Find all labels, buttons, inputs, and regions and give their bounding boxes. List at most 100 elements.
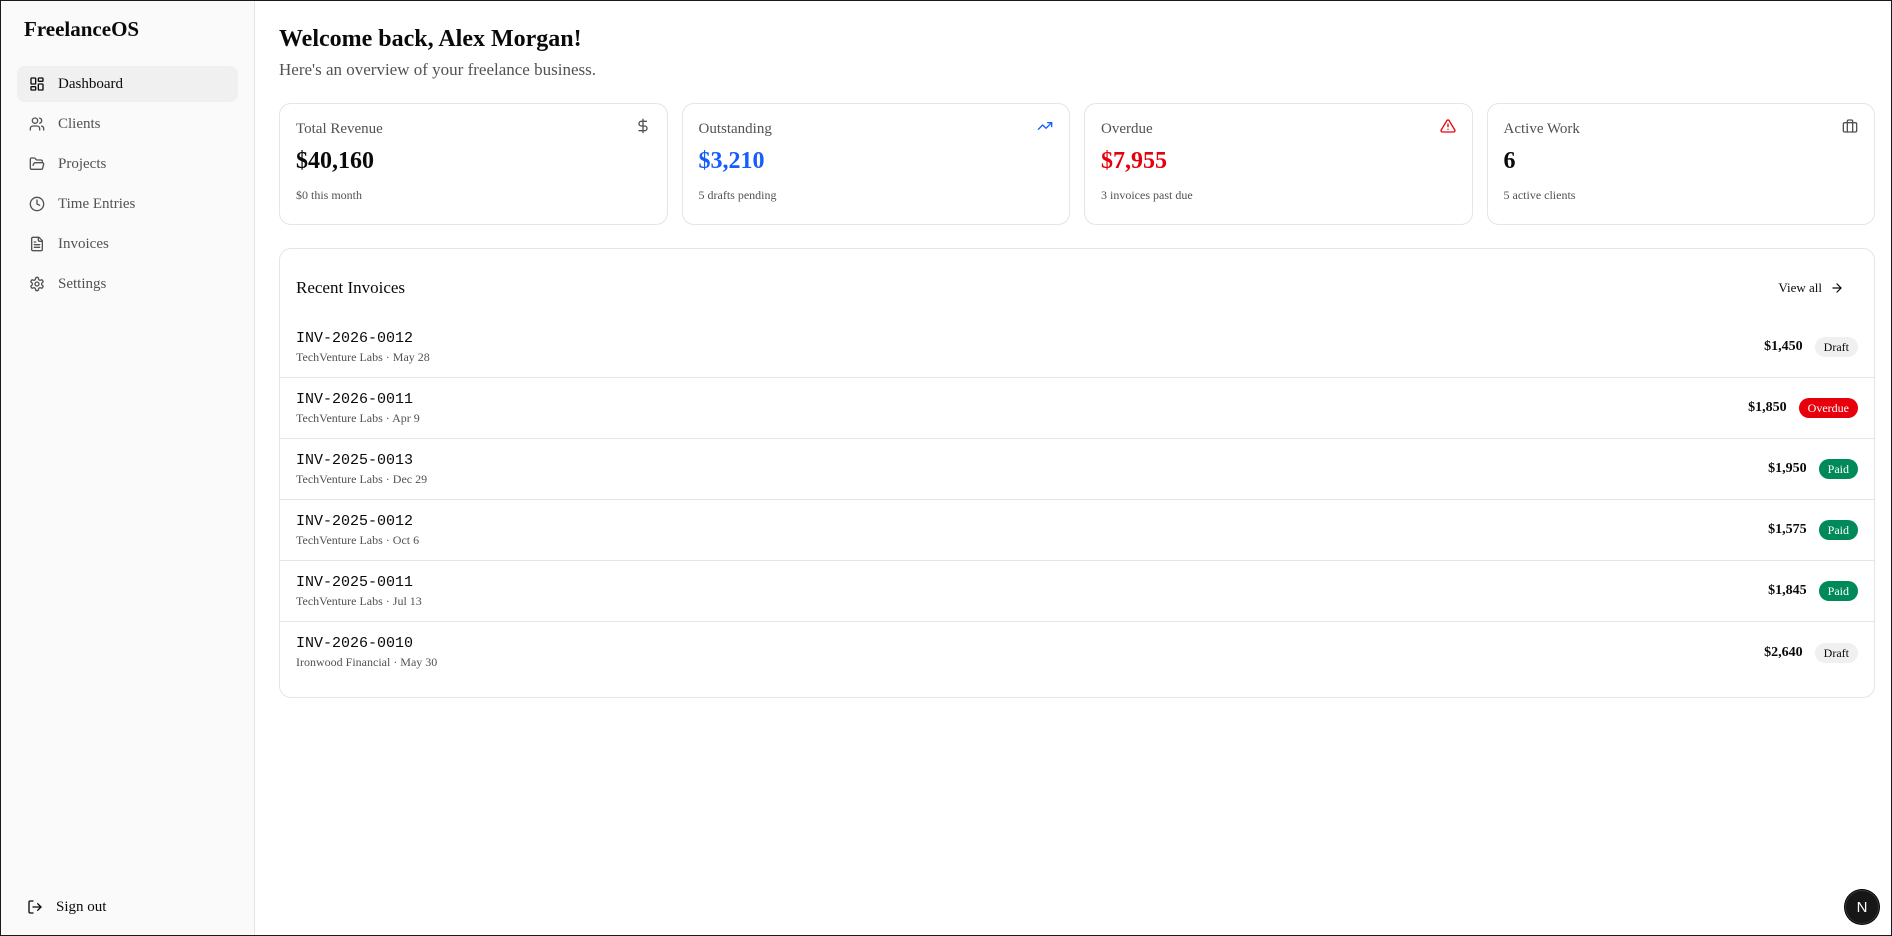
invoice-summary: $1,850 Overdue	[1748, 398, 1858, 418]
stat-value: 6	[1503, 148, 1516, 174]
sign-out-button[interactable]: Sign out	[17, 889, 238, 925]
file-text-icon	[29, 236, 45, 252]
dollar-icon	[635, 118, 651, 134]
status-badge: Overdue	[1798, 398, 1858, 418]
stat-subtext: 5 drafts pending	[698, 188, 777, 202]
stat-subtext: 5 active clients	[1503, 188, 1576, 202]
invoice-row[interactable]: INV-2025-0013 TechVenture Labs · Dec 29 …	[280, 439, 1874, 500]
stat-value: $7,955	[1101, 148, 1167, 174]
trending-up-icon	[1037, 118, 1053, 134]
sidebar-nav: Dashboard Clients Projects Time Entries	[17, 66, 238, 302]
stat-label: Outstanding	[698, 121, 772, 137]
sidebar-item-projects[interactable]: Projects	[17, 146, 238, 182]
invoice-row[interactable]: INV-2025-0012 TechVenture Labs · Oct 6 $…	[280, 500, 1874, 561]
sidebar-item-clients[interactable]: Clients	[17, 106, 238, 142]
sidebar-item-label: Invoices	[58, 235, 109, 252]
invoice-info: INV-2025-0013 TechVenture Labs · Dec 29	[296, 452, 427, 487]
invoice-id: INV-2025-0011	[296, 573, 414, 591]
stat-label: Overdue	[1101, 121, 1153, 137]
invoice-meta: Ironwood Financial · May 30	[296, 655, 438, 669]
layout-grid-icon	[29, 76, 45, 92]
invoice-summary: $1,450 Draft	[1764, 337, 1858, 357]
invoice-row[interactable]: INV-2025-0011 TechVenture Labs · Jul 13 …	[280, 561, 1874, 622]
stat-card-overdue: Overdue $7,955 3 invoices past due	[1084, 103, 1473, 225]
invoice-id: INV-2026-0011	[296, 390, 414, 408]
page-title: Welcome back, Alex Morgan!	[279, 26, 582, 52]
recent-invoices-title: Recent Invoices	[296, 278, 406, 297]
sidebar-item-label: Time Entries	[58, 195, 136, 212]
fab-label: N	[1856, 898, 1868, 916]
app-frame: FreelanceOS Dashboard Clients Projects T…	[0, 0, 1892, 936]
sidebar-item-label: Dashboard	[58, 75, 123, 92]
sidebar-item-invoices[interactable]: Invoices	[17, 226, 238, 262]
sidebar-item-settings[interactable]: Settings	[17, 266, 238, 302]
invoice-amount: $1,950	[1768, 461, 1807, 476]
briefcase-icon	[1842, 118, 1858, 134]
invoice-row[interactable]: INV-2026-0010 Ironwood Financial · May 3…	[280, 622, 1874, 683]
stat-label: Total Revenue	[296, 121, 383, 137]
folder-icon	[29, 156, 45, 172]
stat-label: Active Work	[1503, 121, 1580, 137]
invoice-summary: $1,845 Paid	[1768, 581, 1858, 601]
invoice-info: INV-2025-0012 TechVenture Labs · Oct 6	[296, 513, 419, 548]
log-out-icon	[27, 899, 43, 915]
alert-triangle-icon	[1439, 118, 1456, 134]
invoice-info: INV-2025-0011 TechVenture Labs · Jul 13	[296, 574, 422, 609]
status-badge: Paid	[1818, 459, 1858, 479]
invoice-row[interactable]: INV-2026-0012 TechVenture Labs · May 28 …	[280, 317, 1874, 378]
stat-card-active-work: Active Work 6 5 active clients	[1486, 103, 1875, 225]
invoice-meta: TechVenture Labs · Jul 13	[296, 593, 422, 608]
next-dev-tools-button[interactable]: N	[1845, 890, 1879, 924]
invoice-row[interactable]: INV-2026-0011 TechVenture Labs · Apr 9 $…	[280, 378, 1874, 439]
invoice-meta: TechVenture Labs · Dec 29	[296, 471, 428, 486]
gear-icon	[29, 276, 45, 292]
sign-out-label: Sign out	[56, 898, 107, 915]
sidebar-item-label: Settings	[58, 275, 107, 292]
stat-card-outstanding: Outstanding $3,210 5 drafts pending	[681, 103, 1070, 225]
status-badge: Draft	[1814, 337, 1858, 357]
view-all-label: View all	[1778, 280, 1822, 295]
stats-row: Total Revenue $40,160 $0 this month Outs…	[279, 103, 1875, 225]
invoice-info: INV-2026-0011 TechVenture Labs · Apr 9	[296, 391, 420, 426]
invoice-id: INV-2026-0010	[296, 635, 414, 652]
invoice-id: INV-2025-0012	[296, 512, 414, 530]
stat-value: $3,210	[698, 148, 765, 174]
users-icon	[29, 116, 45, 132]
sidebar: FreelanceOS Dashboard Clients Projects T…	[1, 1, 255, 935]
invoice-id: INV-2026-0012	[296, 329, 414, 347]
invoice-amount: $1,850	[1748, 400, 1787, 415]
invoice-info: INV-2026-0010 Ironwood Financial · May 3…	[296, 635, 437, 670]
brand-logo: FreelanceOS	[24, 17, 140, 41]
invoice-id: INV-2025-0013	[296, 451, 414, 469]
invoice-meta: TechVenture Labs · Oct 6	[296, 532, 420, 547]
recent-invoices-card: Recent Invoices View all INV-2026-0012 T…	[279, 248, 1875, 698]
invoice-amount: $2,640	[1764, 644, 1803, 660]
status-badge: Paid	[1818, 581, 1858, 601]
main-content: Welcome back, Alex Morgan! Here's an ove…	[255, 1, 1891, 935]
invoice-meta: TechVenture Labs · May 28	[296, 349, 430, 364]
arrow-right-icon	[1830, 281, 1844, 295]
status-badge: Paid	[1818, 520, 1858, 540]
stat-card-total-revenue: Total Revenue $40,160 $0 this month	[279, 103, 668, 225]
sidebar-item-dashboard[interactable]: Dashboard	[17, 66, 238, 102]
sidebar-item-label: Clients	[58, 115, 101, 132]
invoice-meta: TechVenture Labs · Apr 9	[296, 410, 420, 425]
sidebar-item-time-entries[interactable]: Time Entries	[17, 186, 238, 222]
status-badge: Draft	[1814, 642, 1858, 663]
recent-invoices-header: Recent Invoices View all	[280, 249, 1874, 307]
page-subtitle: Here's an overview of your freelance bus…	[279, 60, 596, 79]
invoice-summary: $1,575 Paid	[1768, 520, 1858, 540]
clock-icon	[29, 196, 45, 212]
sidebar-item-label: Projects	[58, 155, 107, 172]
invoice-info: INV-2026-0012 TechVenture Labs · May 28	[296, 330, 430, 365]
invoice-list: INV-2026-0012 TechVenture Labs · May 28 …	[280, 317, 1874, 683]
view-all-button[interactable]: View all	[1764, 273, 1858, 303]
invoice-amount: $1,845	[1768, 583, 1807, 598]
invoice-summary: $2,640 Draft	[1764, 642, 1858, 663]
invoice-summary: $1,950 Paid	[1768, 459, 1858, 479]
stat-subtext: $0 this month	[296, 188, 363, 202]
stat-subtext: 3 invoices past due	[1101, 188, 1193, 202]
stat-value: $40,160	[296, 148, 374, 174]
invoice-amount: $1,450	[1764, 339, 1803, 354]
invoice-amount: $1,575	[1768, 522, 1807, 537]
